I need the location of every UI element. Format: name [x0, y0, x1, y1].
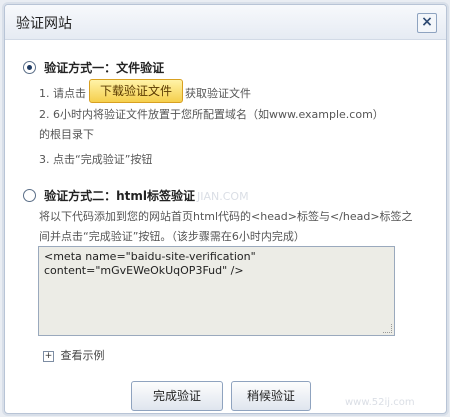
download-verification-file-button[interactable]: 下载验证文件 — [89, 79, 183, 103]
method2-option[interactable]: 验证方式二：html标签验证 — [23, 185, 195, 204]
verification-code-textarea[interactable]: <meta name="baidu-site-verification" con… — [38, 246, 395, 336]
verify-later-button[interactable]: 稍候验证 — [231, 381, 311, 411]
resize-grip-icon[interactable] — [383, 324, 392, 333]
dialog-titlebar: 验证网站 × — [5, 5, 446, 40]
method2-desc-line1: 将以下代码添加到您的网站首页html代码的<head>标签与</head>标签之 — [39, 210, 413, 223]
method1-step3: 3. 点击“完成验证”按钮 — [39, 153, 153, 166]
watermark-text: JIAN.COM — [197, 190, 249, 203]
method1-step2-line1: 2. 6小时内将验证文件放置于您所配置域名（如www.example.com） — [39, 108, 384, 121]
dialog-title: 验证网站 — [16, 16, 72, 32]
method1-option[interactable]: 验证方式一：文件验证 — [23, 57, 164, 76]
method1-radio[interactable] — [23, 61, 36, 74]
method1-step1-prefix: 1. 请点击 — [39, 87, 86, 100]
watermark-url: www.52ij.com — [345, 397, 415, 408]
verify-site-dialog: 验证网站 × 验证方式一：文件验证 1. 请点击 下载验证文件 获取验证文件 2… — [4, 4, 447, 414]
view-example-toggle[interactable]: + 查看示例 — [43, 347, 105, 363]
method2-heading: 验证方式二：html标签验证 — [44, 189, 195, 203]
method1-step2-line2: 的根目录下 — [39, 128, 94, 141]
method2-desc-line2: 间并点击“完成验证”按钮。（该步骤需在6小时内完成） — [39, 230, 305, 243]
view-example-label: 查看示例 — [60, 349, 105, 362]
method1-step1-suffix: 获取验证文件 — [185, 87, 251, 100]
close-button[interactable]: × — [417, 13, 437, 33]
code-line-1: <meta name="baidu-site-verification" — [44, 250, 256, 263]
complete-verification-button[interactable]: 完成验证 — [131, 381, 223, 411]
method1-heading: 验证方式一：文件验证 — [44, 61, 165, 75]
expand-plus-icon: + — [43, 350, 54, 362]
method2-radio[interactable] — [23, 189, 36, 202]
code-line-2: content="mGvEWeOkUqOP3Fud" /> — [44, 264, 244, 277]
